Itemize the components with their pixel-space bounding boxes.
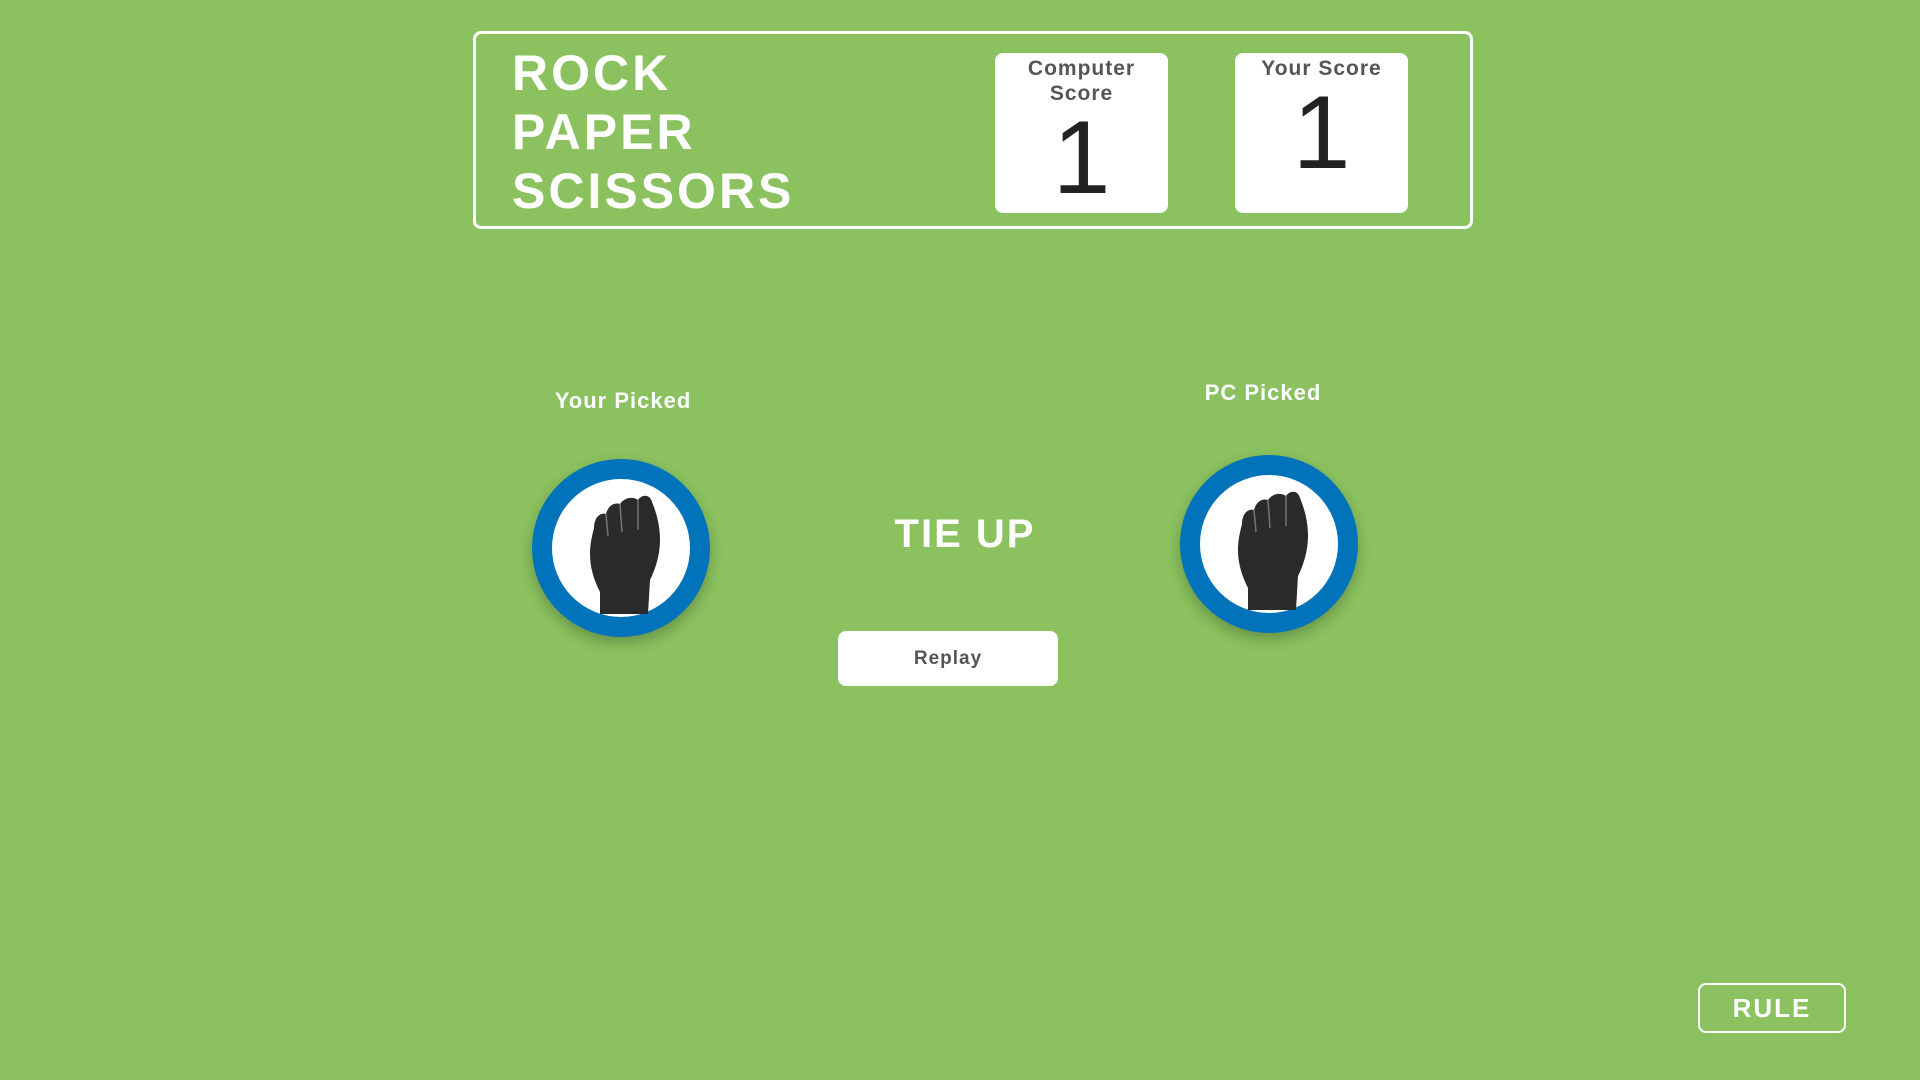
replay-button[interactable]: Replay (838, 631, 1058, 686)
pc-picked-label: PC Picked (1204, 380, 1322, 405)
your-score-card: Your Score 1 (1235, 53, 1408, 213)
computer-score-card: Computer Score 1 (995, 53, 1168, 213)
title-line-rock: ROCK (512, 45, 672, 101)
game-title: ROCK PAPER SCISSORS (512, 44, 794, 221)
computer-score-label: Computer Score (1027, 57, 1136, 105)
scoreboard-header: ROCK PAPER SCISSORS Computer Score 1 You… (473, 31, 1473, 229)
title-line-paper: PAPER (512, 104, 696, 160)
rock-fist-icon (1238, 491, 1308, 610)
rock-fist-icon (590, 495, 660, 614)
rule-button[interactable]: RULE (1698, 983, 1846, 1033)
your-picked-label: Your Picked (554, 388, 692, 413)
pc-choice-rock (1180, 455, 1358, 633)
your-choice-rock (532, 459, 710, 637)
your-score-value: 1 (1292, 75, 1351, 191)
result-text: TIE UP (894, 512, 1036, 556)
title-line-scissors: SCISSORS (512, 163, 795, 219)
computer-score-value: 1 (1052, 100, 1111, 216)
